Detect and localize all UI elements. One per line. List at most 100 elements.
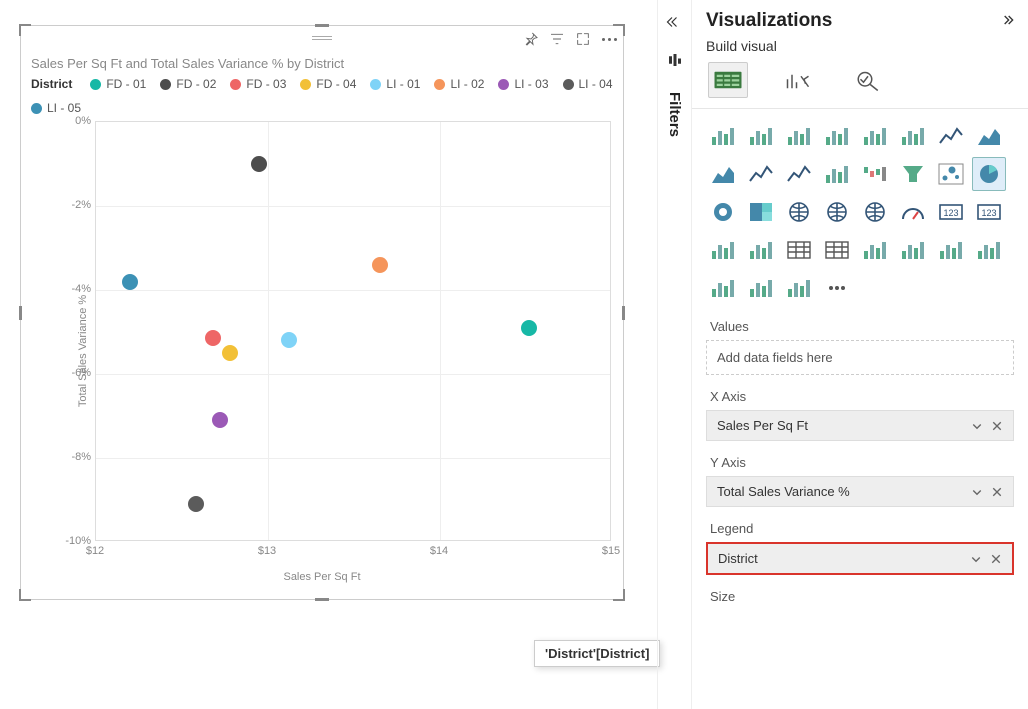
legend-item[interactable]: LI - 04: [563, 77, 613, 91]
viz-type-narrative[interactable]: [972, 233, 1006, 267]
chevron-down-icon[interactable]: [971, 420, 983, 432]
viz-type-qa[interactable]: [934, 233, 968, 267]
tab-build-visual[interactable]: [708, 62, 748, 98]
filters-pane-label[interactable]: Filters: [666, 92, 683, 137]
viz-type-more[interactable]: [820, 271, 854, 305]
filters-pane-icon[interactable]: [665, 50, 685, 70]
legend-label: FD - 03: [246, 77, 286, 91]
legend-item[interactable]: LI - 01: [370, 77, 420, 91]
viz-type-card[interactable]: 123: [934, 195, 968, 229]
viz-type-paginated[interactable]: [706, 271, 740, 305]
viz-type-donut[interactable]: [706, 195, 740, 229]
collapse-pane-icon[interactable]: [665, 12, 685, 32]
resize-handle-br[interactable]: [613, 589, 625, 601]
viz-type-clustered-bar[interactable]: [744, 119, 778, 153]
chevron-down-icon[interactable]: [971, 486, 983, 498]
viz-type-stacked-area[interactable]: [706, 157, 740, 191]
viz-type-table[interactable]: [782, 233, 816, 267]
legend-item[interactable]: FD - 04: [300, 77, 356, 91]
legend-item[interactable]: FD - 01: [90, 77, 146, 91]
field-label-yaxis: Y Axis: [706, 455, 1014, 470]
remove-field-icon[interactable]: [990, 553, 1002, 565]
viz-type-waterfall[interactable]: [858, 157, 892, 191]
pin-icon[interactable]: [523, 31, 539, 47]
viz-type-automate[interactable]: [782, 271, 816, 305]
viz-type-stacked-bar-100[interactable]: [782, 119, 816, 153]
legend-item[interactable]: LI - 02: [434, 77, 484, 91]
remove-field-icon[interactable]: [991, 486, 1003, 498]
data-point[interactable]: [222, 345, 238, 361]
viz-type-line-stacked-column[interactable]: [782, 157, 816, 191]
legend-item[interactable]: LI - 03: [498, 77, 548, 91]
filter-icon[interactable]: [549, 31, 565, 47]
viz-type-decomposition-tree[interactable]: [896, 233, 930, 267]
focus-mode-icon[interactable]: [575, 31, 591, 47]
viz-type-kpi[interactable]: [706, 233, 740, 267]
more-options-icon[interactable]: [601, 31, 617, 47]
viz-type-clustered-column[interactable]: [820, 119, 854, 153]
viz-type-stacked-column[interactable]: [858, 119, 892, 153]
visual-container[interactable]: Sales Per Sq Ft and Total Sales Variance…: [20, 25, 624, 600]
data-point[interactable]: [372, 257, 388, 273]
field-pill-xaxis[interactable]: Sales Per Sq Ft: [706, 410, 1014, 441]
chevron-down-icon[interactable]: [970, 553, 982, 565]
viz-type-slicer[interactable]: [744, 233, 778, 267]
viz-type-map[interactable]: [782, 195, 816, 229]
x-tick-label: $15: [602, 545, 620, 557]
remove-field-icon[interactable]: [991, 420, 1003, 432]
legend-label: FD - 04: [316, 77, 356, 91]
data-point[interactable]: [281, 332, 297, 348]
legend-label: LI - 03: [514, 77, 548, 91]
viz-type-line[interactable]: [934, 119, 968, 153]
legend-item[interactable]: FD - 02: [160, 77, 216, 91]
data-point[interactable]: [251, 156, 267, 172]
viz-type-r-visual[interactable]: [858, 233, 892, 267]
resize-handle-left[interactable]: [19, 306, 22, 320]
viz-type-powerapps[interactable]: [744, 271, 778, 305]
svg-text:123: 123: [981, 208, 996, 218]
svg-text:123: 123: [943, 208, 958, 218]
viz-type-stacked-column-100[interactable]: [896, 119, 930, 153]
field-label-legend: Legend: [706, 521, 1014, 536]
field-well-values[interactable]: Add data fields here: [706, 340, 1014, 375]
legend-item[interactable]: FD - 03: [230, 77, 286, 91]
legend-item[interactable]: LI - 05: [31, 101, 81, 115]
viz-type-multi-row-card[interactable]: 123: [972, 195, 1006, 229]
chart-legend: District FD - 01FD - 02FD - 03FD - 04LI …: [21, 77, 623, 121]
data-point[interactable]: [212, 412, 228, 428]
data-point[interactable]: [521, 320, 537, 336]
data-point[interactable]: [205, 330, 221, 346]
field-pill-legend[interactable]: District: [706, 542, 1014, 575]
viz-type-azure-map[interactable]: [858, 195, 892, 229]
viz-type-scatter[interactable]: [934, 157, 968, 191]
visualizations-panel: Visualizations Build visual 123123 Value…: [691, 0, 1028, 709]
tab-analytics[interactable]: [848, 62, 888, 98]
resize-handle-bl[interactable]: [19, 589, 31, 601]
legend-label: LI - 04: [579, 77, 613, 91]
expand-pane-icon[interactable]: [998, 12, 1014, 31]
y-axis-label: Total Sales Variance %: [77, 295, 89, 407]
data-point[interactable]: [122, 274, 138, 290]
legend-dot: [434, 79, 445, 90]
data-point[interactable]: [188, 496, 204, 512]
legend-dot: [370, 79, 381, 90]
resize-handle-right[interactable]: [622, 306, 625, 320]
field-pill-yaxis[interactable]: Total Sales Variance %: [706, 476, 1014, 507]
viz-type-matrix[interactable]: [820, 233, 854, 267]
legend-label: FD - 01: [106, 77, 146, 91]
viz-type-ribbon[interactable]: [820, 157, 854, 191]
resize-handle-bottom[interactable]: [315, 598, 329, 601]
viz-type-funnel[interactable]: [896, 157, 930, 191]
tab-format-visual[interactable]: [778, 62, 818, 98]
viz-type-pie[interactable]: [972, 157, 1006, 191]
viz-type-stacked-bar[interactable]: [706, 119, 740, 153]
drag-handle[interactable]: [312, 36, 332, 42]
viz-type-area[interactable]: [972, 119, 1006, 153]
viz-type-treemap[interactable]: [744, 195, 778, 229]
viz-type-line-clustered-column[interactable]: [744, 157, 778, 191]
viz-type-gauge[interactable]: [896, 195, 930, 229]
scatter-plot[interactable]: [95, 121, 611, 541]
legend-dot: [498, 79, 509, 90]
legend-dot: [160, 79, 171, 90]
viz-type-filled-map[interactable]: [820, 195, 854, 229]
